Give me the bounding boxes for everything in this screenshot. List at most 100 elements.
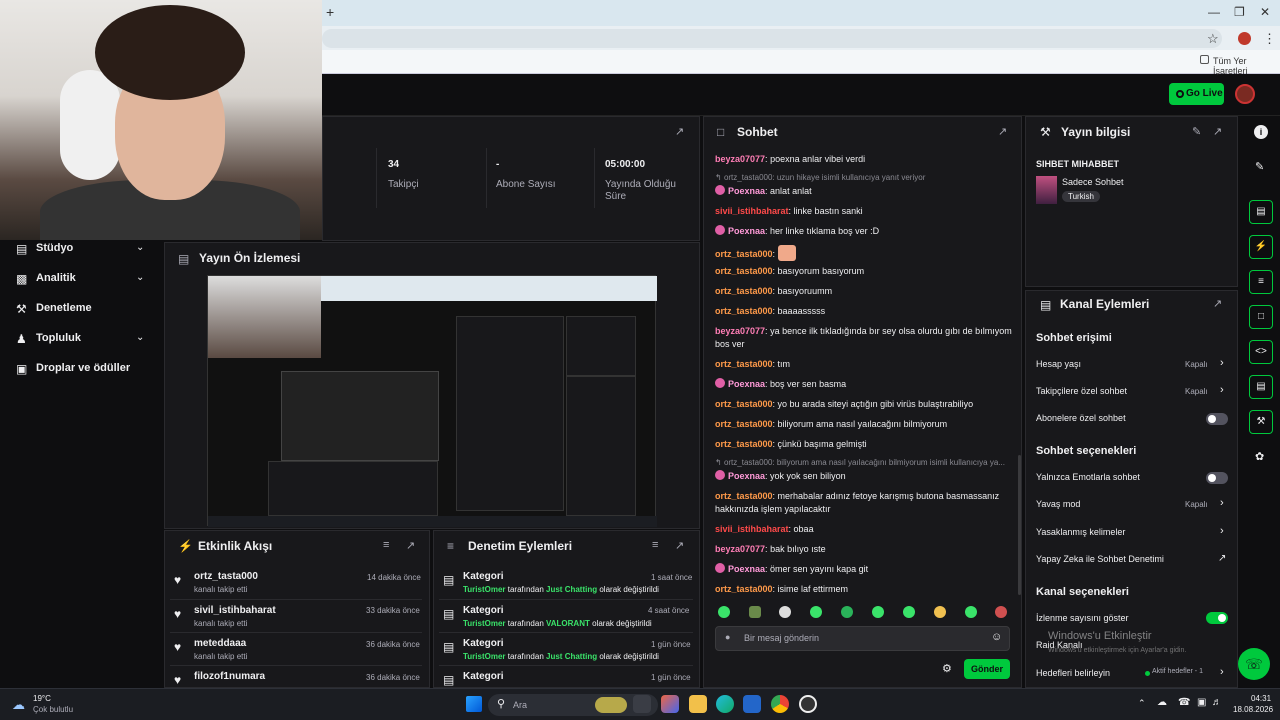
- filter-icon[interactable]: ≡: [652, 539, 658, 551]
- quick-action-wrench-icon[interactable]: ⚒: [1249, 410, 1273, 434]
- copilot-icon[interactable]: [661, 695, 679, 713]
- edit-icon[interactable]: ✎: [1192, 125, 1201, 138]
- setting-ai-moderation[interactable]: Yapay Zeka ile Sohbet Denetimi: [1036, 554, 1164, 564]
- chat-username[interactable]: ortz_tasta000: [715, 439, 773, 449]
- tray-cloud-icon[interactable]: ☁: [1157, 697, 1167, 708]
- activity-user[interactable]: filozof1numara: [194, 671, 265, 682]
- chat-username[interactable]: sivii_istihbaharat: [715, 524, 789, 534]
- chat-username[interactable]: Poexnaa: [728, 379, 765, 389]
- activity-user[interactable]: sivil_istihbaharat: [194, 605, 276, 616]
- language-tag[interactable]: Turkish: [1062, 191, 1100, 202]
- quick-action-chat-icon[interactable]: □: [1249, 305, 1273, 329]
- network-icon[interactable]: ▣: [1197, 697, 1206, 708]
- popout-icon[interactable]: ↗: [675, 125, 684, 138]
- popout-icon[interactable]: ↗: [1213, 297, 1222, 310]
- emote-icon[interactable]: [749, 606, 761, 618]
- emote-icon[interactable]: [841, 606, 853, 618]
- sidebar-item-community[interactable]: Topluluk: [36, 332, 81, 344]
- chat-username[interactable]: sivii_istihbaharat: [715, 206, 789, 216]
- chat-scrollbar[interactable]: [1018, 455, 1021, 595]
- emote-icon[interactable]: [965, 606, 977, 618]
- chat-username[interactable]: Poexnaa: [728, 226, 765, 236]
- minimize-icon[interactable]: —: [1208, 5, 1220, 19]
- extension-icon[interactable]: [1238, 32, 1251, 45]
- chevron-right-icon[interactable]: ›: [1220, 525, 1224, 537]
- send-button[interactable]: Gönder: [964, 659, 1010, 679]
- quick-action-list-icon[interactable]: ≡: [1249, 270, 1273, 294]
- extensions-icon[interactable]: ✿: [1255, 450, 1264, 463]
- chat-emote-icon[interactable]: [777, 245, 796, 261]
- category-name[interactable]: Sadece Sohbet: [1062, 177, 1124, 187]
- gear-icon[interactable]: ⚙: [942, 662, 952, 675]
- chevron-down-icon[interactable]: ⌄: [136, 332, 144, 343]
- popout-icon[interactable]: ↗: [675, 539, 684, 552]
- weather-temp[interactable]: 19°C: [33, 694, 51, 703]
- chat-username[interactable]: ortz_tasta000: [715, 286, 773, 296]
- quick-action-preview-icon[interactable]: ▤: [1249, 200, 1273, 224]
- chevron-right-icon[interactable]: ›: [1220, 666, 1224, 678]
- stream-preview-video[interactable]: [207, 275, 657, 527]
- emote-icon[interactable]: [718, 606, 730, 618]
- tray-chevron-icon[interactable]: ⌃: [1138, 698, 1146, 709]
- show-viewers-toggle[interactable]: [1206, 612, 1228, 624]
- mod-actor[interactable]: TuristOmer: [463, 652, 506, 661]
- chevron-right-icon[interactable]: ›: [1220, 384, 1224, 396]
- setting-banned-words[interactable]: Yasaklanmış kelimeler: [1036, 527, 1125, 537]
- close-icon[interactable]: ✕: [1260, 5, 1270, 19]
- subs-only-toggle[interactable]: [1206, 413, 1228, 425]
- windows-start-icon[interactable]: [466, 696, 482, 712]
- emote-icon[interactable]: [810, 606, 822, 618]
- new-tab-button[interactable]: +: [326, 4, 334, 20]
- sidebar-item-moderation[interactable]: Denetleme: [36, 302, 92, 314]
- popout-icon[interactable]: ↗: [1213, 125, 1222, 138]
- chat-username[interactable]: ortz_tasta000: [715, 491, 773, 501]
- quick-action-channel-icon[interactable]: ▤: [1249, 375, 1273, 399]
- quick-action-bolt-icon[interactable]: ⚡: [1249, 235, 1273, 259]
- emote-picker-icon[interactable]: ☺: [991, 631, 1002, 643]
- chrome-icon[interactable]: [771, 695, 789, 713]
- chevron-right-icon[interactable]: ›: [1220, 357, 1224, 369]
- chevron-down-icon[interactable]: ⌄: [136, 272, 144, 283]
- chat-username[interactable]: ortz_tasta000: [715, 306, 773, 316]
- chat-username[interactable]: Poexnaa: [728, 186, 765, 196]
- mod-actor[interactable]: TuristOmer: [463, 585, 506, 594]
- filter-icon[interactable]: ≡: [383, 539, 389, 551]
- emote-icon[interactable]: [903, 606, 915, 618]
- setting-goals[interactable]: Hedefleri belirleyin: [1036, 668, 1110, 678]
- sidebar-item-analytics[interactable]: Analitik: [36, 272, 76, 284]
- edge-icon[interactable]: [716, 695, 734, 713]
- chat-username[interactable]: beyza07077: [715, 154, 765, 164]
- menu-icon[interactable]: ⋮: [1263, 31, 1276, 47]
- obs-icon[interactable]: [799, 695, 817, 713]
- info-icon[interactable]: i: [1254, 125, 1268, 139]
- chevron-right-icon[interactable]: ›: [1220, 497, 1224, 509]
- external-link-icon[interactable]: ↗: [1218, 553, 1226, 564]
- chat-username[interactable]: Poexnaa: [728, 471, 765, 481]
- popout-icon[interactable]: ↗: [406, 539, 415, 552]
- popout-icon[interactable]: ↗: [998, 125, 1007, 138]
- avatar[interactable]: [1235, 84, 1255, 104]
- setting-account-age[interactable]: Hesap yaşı: [1036, 359, 1081, 369]
- mod-target[interactable]: VALORANT: [546, 619, 590, 628]
- emote-icon[interactable]: [872, 606, 884, 618]
- activity-user[interactable]: meteddaaa: [194, 638, 246, 649]
- sidebar-item-drops[interactable]: Droplar ve ödüller: [36, 362, 130, 374]
- file-explorer-icon[interactable]: [689, 695, 707, 713]
- emote-icon[interactable]: [779, 606, 791, 618]
- help-icon[interactable]: ☏: [1238, 648, 1270, 680]
- chat-username[interactable]: ortz_tasta000: [715, 399, 773, 409]
- chat-username[interactable]: ortz_tasta000: [715, 584, 773, 594]
- setting-followers-only[interactable]: Takipçilere özel sohbet: [1036, 386, 1127, 396]
- chat-username[interactable]: beyza07077: [715, 326, 765, 336]
- clock-date[interactable]: 18.08.2026: [1233, 705, 1273, 714]
- mod-target[interactable]: Just Chatting: [546, 652, 597, 661]
- emote-icon[interactable]: [995, 606, 1007, 618]
- emote-icon[interactable]: [934, 606, 946, 618]
- task-view-icon[interactable]: [633, 695, 651, 713]
- pencil-icon[interactable]: ✎: [1255, 160, 1264, 173]
- chat-username[interactable]: ortz_tasta000: [715, 419, 773, 429]
- chat-username[interactable]: ortz_tasta000: [715, 359, 773, 369]
- chat-username[interactable]: beyza07077: [715, 544, 765, 554]
- chat-username[interactable]: ortz_tasta000: [715, 266, 773, 276]
- store-icon[interactable]: [743, 695, 761, 713]
